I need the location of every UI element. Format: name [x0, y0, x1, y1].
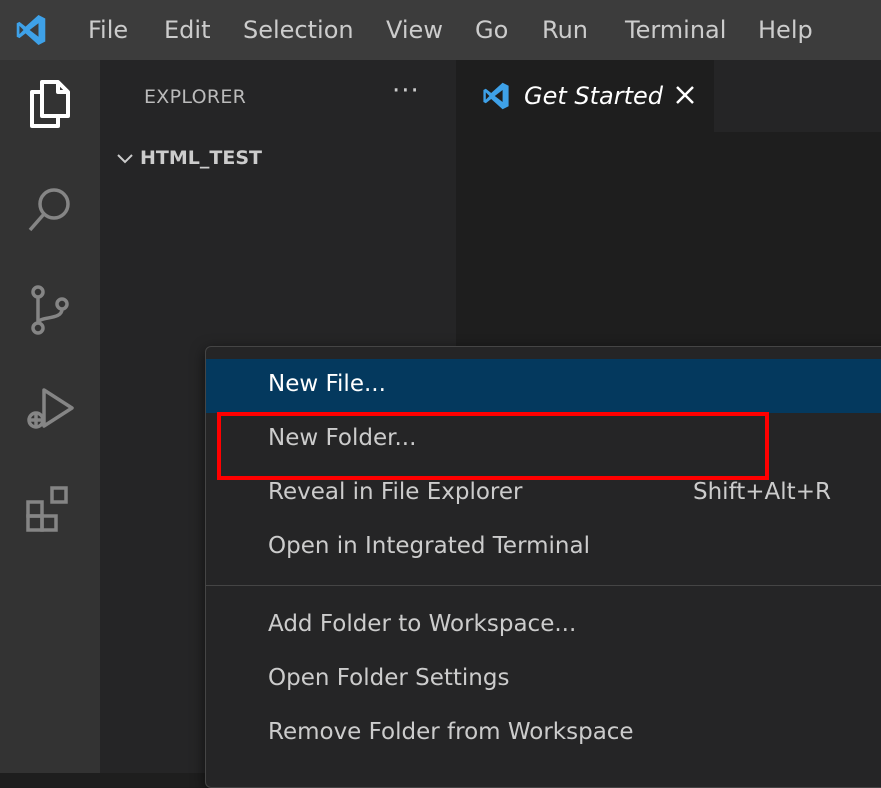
menu-item-open-in-terminal[interactable]: Open in Integrated Terminal: [206, 521, 881, 575]
menu-go[interactable]: Go: [471, 13, 512, 47]
menu-run[interactable]: Run: [538, 13, 592, 47]
menu-terminal[interactable]: Terminal: [621, 13, 730, 47]
menu-item-label: New File...: [268, 371, 386, 397]
tab-get-started[interactable]: Get Started: [456, 60, 714, 132]
menu-item-new-file[interactable]: New File...: [206, 359, 881, 413]
menu-selection[interactable]: Selection: [239, 13, 358, 47]
menu-separator: [206, 585, 881, 586]
activity-bar: [0, 60, 100, 773]
menu-item-open-folder-settings[interactable]: Open Folder Settings: [206, 653, 881, 707]
sidebar-title: EXPLORER: [144, 86, 247, 108]
menu-item-label: Open Folder Settings: [268, 665, 510, 691]
folder-name: HTML_TEST: [140, 147, 262, 169]
vscode-logo-icon: [483, 82, 509, 110]
highlight-annotation: [217, 412, 769, 480]
menu-item-remove-folder-from-workspace[interactable]: Remove Folder from Workspace: [206, 707, 881, 761]
source-control-icon[interactable]: [22, 282, 78, 338]
menu-file[interactable]: File: [84, 13, 132, 47]
menu-item-label: Add Folder to Workspace...: [268, 611, 577, 637]
menu-item-label: Remove Folder from Workspace: [268, 719, 634, 745]
menu-item-shortcut: Shift+Alt+R: [693, 479, 831, 505]
menu-help[interactable]: Help: [754, 13, 817, 47]
chevron-down-icon: [117, 154, 133, 164]
menu-item-label: Reveal in File Explorer: [268, 479, 523, 505]
menu-item-label: Open in Integrated Terminal: [268, 533, 590, 559]
explorer-icon[interactable]: [22, 76, 78, 132]
menu-item-add-folder-to-workspace[interactable]: Add Folder to Workspace...: [206, 599, 881, 653]
extensions-icon[interactable]: [22, 482, 78, 538]
editor-tab-bar: Get Started: [456, 60, 881, 132]
title-bar: File Edit Selection View Go Run Terminal…: [0, 0, 881, 60]
close-icon[interactable]: [672, 82, 698, 108]
menu-view[interactable]: View: [382, 13, 447, 47]
vscode-logo-icon[interactable]: [14, 13, 48, 47]
more-actions-button[interactable]: ···: [392, 76, 420, 106]
tab-label: Get Started: [524, 82, 664, 110]
run-debug-icon[interactable]: [22, 382, 78, 438]
menu-edit[interactable]: Edit: [160, 13, 214, 47]
search-icon[interactable]: [22, 182, 78, 238]
workspace-folder[interactable]: HTML_TEST: [114, 144, 262, 172]
